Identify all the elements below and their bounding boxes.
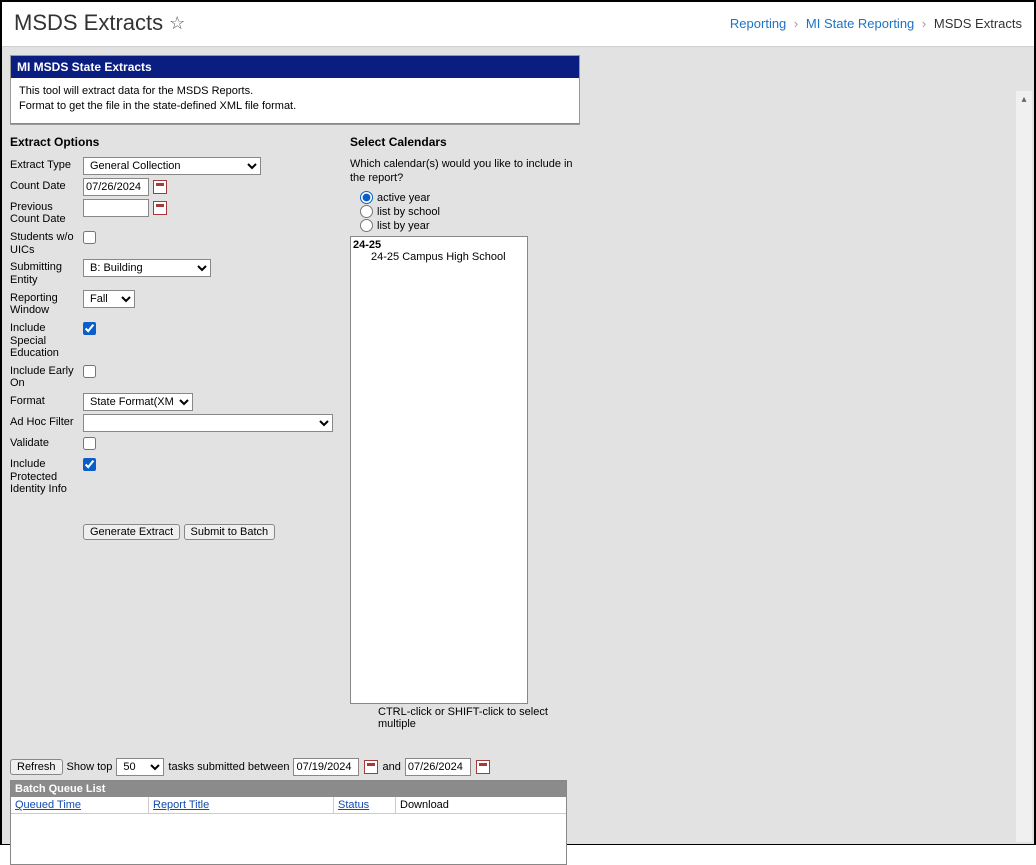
radio-list-by-year-label: list by year (377, 220, 430, 232)
scroll-up-icon[interactable]: ▴ (1016, 91, 1032, 107)
label-reporting-window: Reporting Window (10, 290, 83, 317)
date-to-input[interactable] (405, 758, 471, 776)
batch-queue-table: Batch Queue List Queued Time Report Titl… (10, 780, 567, 865)
validate-checkbox[interactable] (83, 437, 96, 450)
calendar-icon[interactable] (476, 760, 490, 774)
label-include-early-on: Include Early On (10, 363, 83, 390)
col-report-title[interactable]: Report Title (149, 797, 334, 813)
page-header: MSDS Extracts ☆ Reporting › MI State Rep… (2, 2, 1034, 47)
label-validate: Validate (10, 435, 83, 450)
and-label: and (382, 761, 400, 773)
calendar-listbox[interactable]: 24-25 24-25 Campus High School (350, 236, 528, 704)
calendar-icon[interactable] (153, 180, 167, 194)
include-protected-checkbox[interactable] (83, 458, 96, 471)
favorite-star-icon[interactable]: ☆ (169, 13, 185, 34)
radio-active-year-input[interactable] (360, 191, 373, 204)
label-ad-hoc-filter: Ad Hoc Filter (10, 414, 83, 429)
label-format: Format (10, 393, 83, 408)
label-include-protected: Include Protected Identity Info (10, 456, 83, 496)
multi-select-hint: CTRL-click or SHIFT-click to select mult… (378, 706, 578, 730)
tasks-between-label: tasks submitted between (168, 761, 289, 773)
students-wo-uics-checkbox[interactable] (83, 231, 96, 244)
label-previous-count-date: Previous Count Date (10, 199, 83, 226)
show-top-label: Show top (67, 761, 113, 773)
breadcrumb-current: MSDS Extracts (934, 16, 1022, 31)
chevron-right-icon: › (794, 16, 798, 31)
label-count-date: Count Date (10, 178, 83, 193)
list-item-year[interactable]: 24-25 (353, 239, 525, 251)
breadcrumb: Reporting › MI State Reporting › MSDS Ex… (730, 16, 1022, 31)
label-extract-type: Extract Type (10, 157, 83, 172)
refresh-button[interactable]: Refresh (10, 759, 63, 775)
info-panel: MI MSDS State Extracts This tool will ex… (10, 55, 580, 125)
batch-queue-body (11, 814, 566, 864)
format-select[interactable]: State Format(XML) (83, 393, 193, 411)
submitting-entity-select[interactable]: B: Building (83, 259, 211, 277)
col-download: Download (396, 797, 566, 813)
date-from-input[interactable] (293, 758, 359, 776)
radio-list-by-school-input[interactable] (360, 205, 373, 218)
count-date-input[interactable] (83, 178, 149, 196)
radio-list-by-school[interactable]: list by school (360, 205, 578, 218)
col-status[interactable]: Status (334, 797, 396, 813)
panel-desc-line1: This tool will extract data for the MSDS… (19, 84, 571, 99)
reporting-window-select[interactable]: Fall (83, 290, 135, 308)
include-early-on-checkbox[interactable] (83, 365, 96, 378)
calendar-help-text: Which calendar(s) would you like to incl… (350, 157, 578, 186)
panel-title: MI MSDS State Extracts (11, 56, 579, 78)
chevron-right-icon: › (922, 16, 926, 31)
include-special-ed-checkbox[interactable] (83, 322, 96, 335)
radio-list-by-year-input[interactable] (360, 219, 373, 232)
breadcrumb-mi-state-reporting[interactable]: MI State Reporting (806, 16, 914, 31)
previous-count-date-input[interactable] (83, 199, 149, 217)
ad-hoc-filter-select[interactable] (83, 414, 333, 432)
label-submitting-entity: Submitting Entity (10, 259, 83, 286)
list-item-school[interactable]: 24-25 Campus High School (353, 251, 525, 263)
show-top-select[interactable]: 50 (116, 758, 164, 776)
col-queued-time[interactable]: Queued Time (11, 797, 149, 813)
calendar-icon[interactable] (153, 201, 167, 215)
label-students-wo-uics: Students w/o UICs (10, 229, 83, 256)
radio-active-year[interactable]: active year (360, 191, 578, 204)
select-calendars-title: Select Calendars (350, 135, 578, 149)
page-title: MSDS Extracts (14, 10, 163, 36)
breadcrumb-reporting[interactable]: Reporting (730, 16, 786, 31)
radio-active-year-label: active year (377, 192, 430, 204)
label-include-special-ed: Include Special Education (10, 320, 83, 360)
radio-list-by-school-label: list by school (377, 206, 440, 218)
submit-to-batch-button[interactable]: Submit to Batch (184, 524, 276, 540)
radio-list-by-year[interactable]: list by year (360, 219, 578, 232)
batch-queue-title: Batch Queue List (11, 781, 566, 797)
calendar-icon[interactable] (364, 760, 378, 774)
generate-extract-button[interactable]: Generate Extract (83, 524, 180, 540)
vertical-scrollbar[interactable]: ▴ (1016, 91, 1032, 842)
panel-desc-line2: Format to get the file in the state-defi… (19, 99, 571, 114)
extract-type-select[interactable]: General Collection (83, 157, 261, 175)
extract-options-title: Extract Options (10, 135, 342, 149)
